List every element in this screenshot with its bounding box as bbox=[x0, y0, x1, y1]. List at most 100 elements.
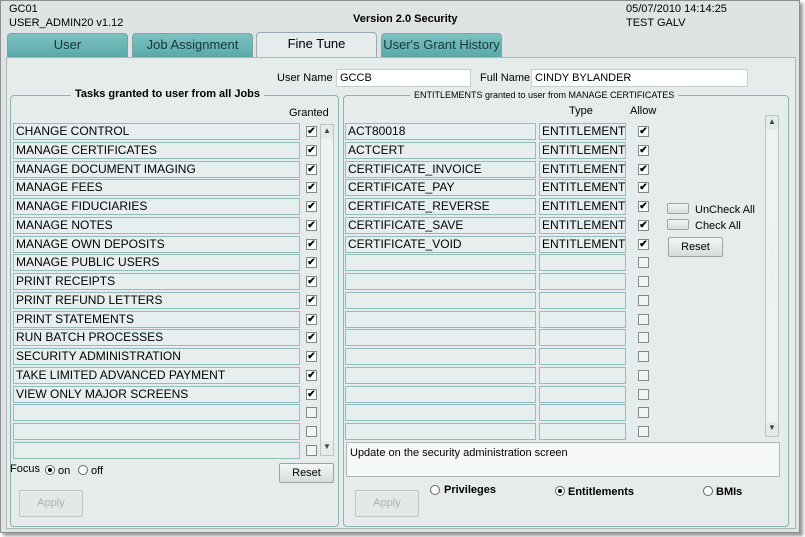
check-all-label: Check All bbox=[695, 220, 741, 232]
task-row-label bbox=[13, 404, 300, 422]
task-granted-checkbox[interactable] bbox=[306, 332, 317, 344]
task-granted-checkbox[interactable] bbox=[306, 276, 317, 287]
task-granted-checkbox[interactable] bbox=[306, 182, 317, 194]
entitlement-name-cell bbox=[345, 329, 536, 347]
task-granted-checkbox[interactable] bbox=[306, 219, 317, 231]
scroll-up-icon[interactable]: ▲ bbox=[321, 125, 333, 139]
entitlement-allow-checkbox[interactable] bbox=[638, 407, 649, 419]
entitlement-type-cell bbox=[539, 329, 626, 347]
window-title: Version 2.0 Security bbox=[353, 13, 458, 25]
entitlement-type-cell bbox=[539, 423, 626, 440]
datetime: 05/07/2010 14:14:25 bbox=[626, 3, 727, 15]
full-name-label: Full Name bbox=[480, 72, 531, 84]
task-granted-checkbox[interactable] bbox=[306, 163, 317, 175]
tasks-title: Tasks granted to user from all Jobs bbox=[71, 88, 265, 100]
entitlement-allow-checkbox[interactable] bbox=[638, 163, 649, 175]
task-row-label: MANAGE CERTIFICATES bbox=[13, 141, 300, 159]
entitlement-type-cell bbox=[539, 310, 626, 328]
entitlement-type-cell: ENTITLEMENT bbox=[539, 123, 626, 140]
entitlement-type-cell: ENTITLEMENT bbox=[539, 179, 626, 197]
uncheck-all-label: UnCheck All bbox=[695, 204, 755, 216]
entitlement-allow-checkbox[interactable] bbox=[638, 351, 649, 362]
task-row-label: VIEW ONLY MAJOR SCREENS bbox=[13, 385, 300, 403]
tab-user[interactable]: User bbox=[7, 33, 128, 57]
entitlement-type-cell: ENTITLEMENT bbox=[539, 216, 626, 234]
task-row-label: SECURITY ADMINISTRATION bbox=[13, 348, 300, 365]
entitlement-type-cell: ENTITLEMENT bbox=[539, 160, 626, 178]
task-granted-checkbox[interactable] bbox=[306, 257, 317, 269]
task-row-label: TAKE LIMITED ADVANCED PAYMENT bbox=[13, 366, 300, 384]
tab-fine-tune[interactable]: Fine Tune bbox=[256, 32, 377, 59]
task-granted-checkbox[interactable] bbox=[306, 426, 317, 437]
entitlement-name-cell: ACTCERT bbox=[345, 141, 536, 159]
entitlement-allow-checkbox[interactable] bbox=[638, 332, 649, 344]
task-granted-checkbox[interactable] bbox=[306, 294, 317, 306]
entitlement-allow-checkbox[interactable] bbox=[638, 257, 649, 269]
task-granted-checkbox[interactable] bbox=[306, 444, 317, 456]
full-name-field[interactable]: CINDY BYLANDER bbox=[531, 69, 748, 87]
entitlement-allow-checkbox[interactable] bbox=[638, 313, 649, 325]
tab-job-assignment[interactable]: Job Assignment bbox=[132, 33, 253, 57]
entitlement-name-cell bbox=[345, 385, 536, 403]
task-granted-checkbox[interactable] bbox=[306, 126, 317, 137]
entitlement-allow-checkbox[interactable] bbox=[638, 369, 649, 381]
entitlement-type-cell bbox=[539, 273, 626, 290]
privileges-radio[interactable] bbox=[430, 485, 440, 495]
focus-off-radio[interactable] bbox=[78, 465, 88, 475]
entitlements-reset-button[interactable]: Reset bbox=[668, 237, 723, 257]
entitlement-allow-checkbox[interactable] bbox=[638, 126, 649, 137]
scroll-down-icon[interactable]: ▼ bbox=[321, 441, 333, 455]
entitlement-allow-checkbox[interactable] bbox=[638, 276, 649, 287]
focus-off-label: off bbox=[91, 465, 104, 477]
entitlement-type-cell bbox=[539, 254, 626, 272]
entitlement-allow-checkbox[interactable] bbox=[638, 426, 649, 437]
entitlements-radio[interactable] bbox=[555, 486, 565, 496]
entitlement-allow-checkbox[interactable] bbox=[638, 219, 649, 231]
uncheck-all-button[interactable] bbox=[667, 203, 689, 214]
entitlement-allow-checkbox[interactable] bbox=[638, 182, 649, 194]
bmis-radio[interactable] bbox=[703, 486, 713, 496]
task-row-label: PRINT REFUND LETTERS bbox=[13, 291, 300, 309]
task-granted-checkbox[interactable] bbox=[306, 351, 317, 362]
task-row-label: MANAGE NOTES bbox=[13, 216, 300, 234]
entitlement-name-cell bbox=[345, 310, 536, 328]
entitlement-name-cell bbox=[345, 423, 536, 440]
type-header: Type bbox=[569, 105, 593, 117]
user-name-field[interactable]: GCCB bbox=[336, 69, 471, 87]
task-granted-checkbox[interactable] bbox=[306, 201, 317, 212]
task-row-label: CHANGE CONTROL bbox=[13, 123, 300, 140]
task-granted-checkbox[interactable] bbox=[306, 369, 317, 381]
entitlement-allow-checkbox[interactable] bbox=[638, 294, 649, 306]
task-row-label: MANAGE FIDUCIARIES bbox=[13, 198, 300, 215]
check-all-button[interactable] bbox=[667, 219, 689, 230]
scroll-up-icon[interactable]: ▲ bbox=[766, 116, 778, 130]
focus-on-radio[interactable] bbox=[45, 465, 55, 475]
description-box[interactable]: Update on the security administration sc… bbox=[346, 442, 780, 477]
scroll-down-icon[interactable]: ▼ bbox=[766, 422, 778, 436]
task-granted-checkbox[interactable] bbox=[306, 388, 317, 400]
bmis-label: BMIs bbox=[716, 486, 743, 498]
entitlement-allow-checkbox[interactable] bbox=[638, 238, 649, 250]
task-granted-checkbox[interactable] bbox=[306, 313, 317, 325]
entitlement-name-cell: CERTIFICATE_PAY bbox=[345, 179, 536, 197]
task-row-label: RUN BATCH PROCESSES bbox=[13, 329, 300, 347]
task-granted-checkbox[interactable] bbox=[306, 238, 317, 250]
task-granted-checkbox[interactable] bbox=[306, 407, 317, 419]
entitlement-allow-checkbox[interactable] bbox=[638, 144, 649, 156]
focus-label: Focus bbox=[10, 463, 40, 475]
privileges-label: Privileges bbox=[444, 484, 496, 496]
tasks-apply-button[interactable]: Apply bbox=[19, 490, 83, 517]
user-name-label: User Name bbox=[277, 72, 333, 84]
entitlement-allow-checkbox[interactable] bbox=[638, 388, 649, 400]
entitlement-allow-checkbox[interactable] bbox=[638, 201, 649, 212]
tasks-reset-button[interactable]: Reset bbox=[279, 463, 334, 483]
entitlement-name-cell bbox=[345, 366, 536, 384]
entitlement-name-cell bbox=[345, 348, 536, 365]
task-row-label bbox=[13, 441, 300, 459]
entitlement-name-cell: CERTIFICATE_SAVE bbox=[345, 216, 536, 234]
environment: TEST GALV bbox=[626, 17, 686, 29]
task-granted-checkbox[interactable] bbox=[306, 144, 317, 156]
entitlements-apply-button[interactable]: Apply bbox=[355, 490, 419, 517]
entitlement-name-cell: CERTIFICATE_VOID bbox=[345, 235, 536, 253]
tab-grant-history[interactable]: User's Grant History bbox=[381, 33, 502, 57]
